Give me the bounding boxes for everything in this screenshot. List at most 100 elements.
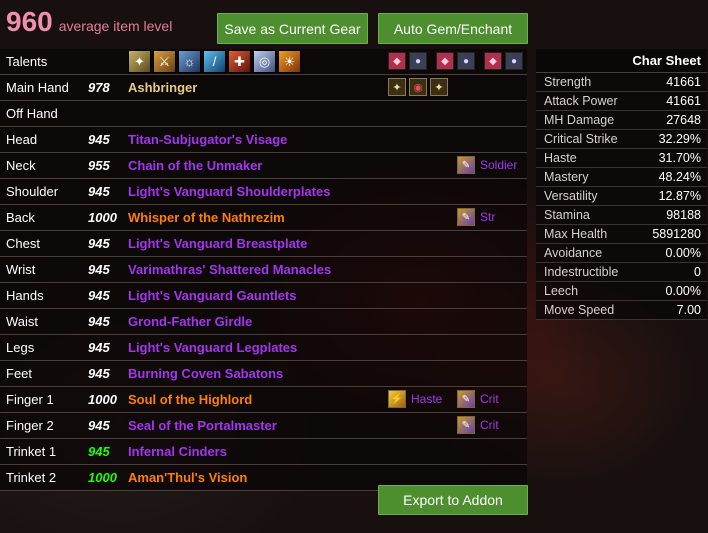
stat-name: Strength: [544, 75, 592, 89]
stat-value: 48.24%: [658, 170, 701, 184]
slot-label: Waist: [6, 314, 39, 329]
gear-row-feet[interactable]: Feet 945 Burning Coven Sabatons: [0, 361, 527, 387]
item-level: 978: [88, 80, 110, 95]
relic-holy-icon[interactable]: ✦: [430, 78, 448, 96]
slot-label: Hands: [6, 288, 44, 303]
gear-row-main-hand[interactable]: Main Hand 978 Ashbringer ✦ ◉ ✦: [0, 75, 527, 101]
gear-row-finger-1[interactable]: Finger 1 1000 Soul of the Highlord ⚡ Has…: [0, 387, 527, 413]
slot-label: Finger 1: [6, 392, 54, 407]
relic-gem-icon[interactable]: ●: [505, 52, 523, 70]
stat-name: Indestructible: [544, 265, 619, 279]
item-name[interactable]: Varimathras' Shattered Manacles: [128, 262, 331, 277]
gear-row-legs[interactable]: Legs 945 Light's Vanguard Legplates: [0, 335, 527, 361]
relic-holy-icon[interactable]: ✦: [388, 78, 406, 96]
relic-blood-icon[interactable]: ◉: [409, 78, 427, 96]
relic-gem-icon[interactable]: ●: [409, 52, 427, 70]
save-as-current-gear-button[interactable]: Save as Current Gear: [217, 13, 368, 44]
relic-gems-1: ◆ ●: [388, 52, 427, 70]
stat-row: Leech 0.00%: [536, 282, 707, 301]
item-name[interactable]: Chain of the Unmaker: [128, 158, 262, 173]
relic-gem-icon[interactable]: ◆: [388, 52, 406, 70]
slot-label: Off Hand: [6, 106, 58, 121]
header: 960 average item level: [6, 6, 172, 46]
relic-gems-2: ◆ ●: [436, 52, 475, 70]
slot-label: Legs: [6, 340, 35, 355]
enchant[interactable]: ✎ Soldier: [457, 156, 517, 174]
enchant-scroll-icon: ✎: [457, 208, 475, 226]
talent-7-icon[interactable]: ☀: [278, 50, 301, 73]
enchant[interactable]: ✎ Crit: [457, 416, 499, 434]
stat-name: Avoidance: [544, 246, 603, 260]
item-name[interactable]: Light's Vanguard Shoulderplates: [128, 184, 330, 199]
item-level: 945: [88, 444, 110, 459]
item-name[interactable]: Ashbringer: [128, 80, 197, 95]
slot-label: Back: [6, 210, 35, 225]
stat-name: Attack Power: [544, 94, 618, 108]
stat-value: 27648: [666, 113, 701, 127]
stat-row: Haste 31.70%: [536, 149, 707, 168]
enchant-label: Crit: [480, 392, 499, 406]
gear-row-chest[interactable]: Chest 945 Light's Vanguard Breastplate: [0, 231, 527, 257]
item-name[interactable]: Titan-Subjugator's Visage: [128, 132, 287, 147]
stat-value: 31.70%: [658, 151, 701, 165]
stat-value: 0: [694, 265, 701, 279]
talent-6-icon[interactable]: ◎: [253, 50, 276, 73]
item-name[interactable]: Aman'Thul's Vision: [128, 470, 247, 485]
relic-gems-3: ◆ ●: [484, 52, 523, 70]
item-level: 945: [88, 314, 110, 329]
item-name[interactable]: Light's Vanguard Legplates: [128, 340, 297, 355]
average-item-level-label: average item level: [58, 18, 173, 34]
item-level: 945: [88, 132, 110, 147]
slot-label: Head: [6, 132, 38, 147]
stat-row: Stamina 98188: [536, 206, 707, 225]
item-level: 945: [88, 366, 110, 381]
enchant-label: Str: [480, 210, 496, 224]
gear-row-neck[interactable]: Neck 955 Chain of the Unmaker ✎ Soldier: [0, 153, 527, 179]
enchant[interactable]: ✎ Str: [457, 208, 495, 226]
slot-label: Trinket 2: [6, 470, 57, 485]
slot-label: Main Hand: [6, 80, 69, 95]
relic-gem-icon[interactable]: ◆: [484, 52, 502, 70]
item-name[interactable]: Light's Vanguard Breastplate: [128, 236, 307, 251]
stat-value: 98188: [666, 208, 701, 222]
stat-row: Max Health 5891280: [536, 225, 707, 244]
item-name[interactable]: Light's Vanguard Gauntlets: [128, 288, 297, 303]
average-item-level: 960: [6, 6, 53, 37]
gear-row-trinket-1[interactable]: Trinket 1 945 Infernal Cinders: [0, 439, 527, 465]
stat-row: Mastery 48.24%: [536, 168, 707, 187]
gear-row-head[interactable]: Head 945 Titan-Subjugator's Visage: [0, 127, 527, 153]
talent-4-icon[interactable]: /: [203, 50, 226, 73]
talent-5-icon[interactable]: ✚: [228, 50, 251, 73]
export-to-addon-button[interactable]: Export to Addon: [378, 485, 528, 515]
talent-2-icon[interactable]: ⚔: [153, 50, 176, 73]
gear-row-back[interactable]: Back 1000 Whisper of the Nathrezim ✎ Str: [0, 205, 527, 231]
item-name[interactable]: Grond-Father Girdle: [128, 314, 252, 329]
stat-name: Move Speed: [544, 303, 615, 317]
gear-row-off-hand[interactable]: Off Hand: [0, 101, 527, 127]
gear-row-waist[interactable]: Waist 945 Grond-Father Girdle: [0, 309, 527, 335]
char-sheet-title: Char Sheet: [536, 49, 707, 73]
gear-row-shoulder[interactable]: Shoulder 945 Light's Vanguard Shoulderpl…: [0, 179, 527, 205]
item-level: 945: [88, 236, 110, 251]
item-name[interactable]: Soul of the Highlord: [128, 392, 252, 407]
stat-value: 41661: [666, 75, 701, 89]
item-name[interactable]: Burning Coven Sabatons: [128, 366, 283, 381]
gear-panel: Talents ✦ ⚔ ☼ / ✚ ◎ ☀ ◆ ● ◆ ● ◆ ● Main H…: [0, 49, 527, 491]
relic-gem-icon[interactable]: ●: [457, 52, 475, 70]
slot-label: Shoulder: [6, 184, 59, 199]
enchant[interactable]: ✎ Crit: [457, 390, 499, 408]
gear-row-wrist[interactable]: Wrist 945 Varimathras' Shattered Manacle…: [0, 257, 527, 283]
item-name[interactable]: Seal of the Portalmaster: [128, 418, 277, 433]
talent-1-icon[interactable]: ✦: [128, 50, 151, 73]
item-name[interactable]: Whisper of the Nathrezim: [128, 210, 285, 225]
item-name[interactable]: Infernal Cinders: [128, 444, 227, 459]
gear-row-finger-2[interactable]: Finger 2 945 Seal of the Portalmaster ✎ …: [0, 413, 527, 439]
stat-value: 32.29%: [658, 132, 701, 146]
relic-gem-icon[interactable]: ◆: [436, 52, 454, 70]
auto-gem-enchant-button[interactable]: Auto Gem/Enchant: [378, 13, 528, 44]
item-level: 945: [88, 288, 110, 303]
gem[interactable]: ⚡ Haste: [388, 390, 442, 408]
stat-row: Critical Strike 32.29%: [536, 130, 707, 149]
gear-row-hands[interactable]: Hands 945 Light's Vanguard Gauntlets: [0, 283, 527, 309]
talent-3-icon[interactable]: ☼: [178, 50, 201, 73]
